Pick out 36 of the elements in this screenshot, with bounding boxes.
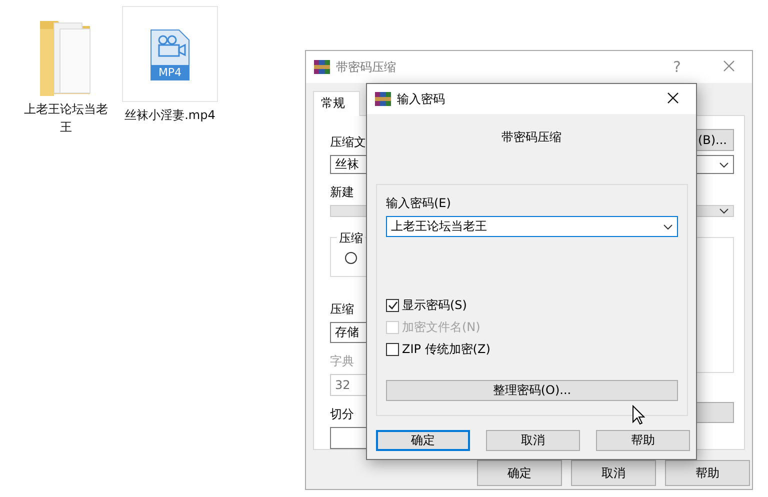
tab[interactable]: 常规 — [313, 91, 360, 116]
books-icon — [375, 91, 391, 107]
help-button[interactable]: ? — [654, 58, 700, 76]
video-file-icon — [150, 29, 190, 81]
dialog-button[interactable]: 取消 — [571, 460, 656, 486]
checkbox[interactable] — [386, 343, 399, 356]
checkbox-label[interactable]: ZIP 传统加密(Z) — [386, 341, 678, 358]
dialog-button[interactable]: 确定 — [477, 460, 562, 486]
chevron-down-icon — [719, 162, 729, 168]
field-label: 切分 — [330, 406, 354, 423]
close-icon[interactable] — [667, 92, 679, 104]
icon-label: 上老王论坛当老王 — [23, 101, 109, 136]
field-label: 压缩 — [330, 301, 354, 318]
dialog-button[interactable]: 确定 — [376, 430, 470, 451]
window-title: 输入密码 — [397, 90, 446, 108]
dialog-button[interactable]: 帮助 — [596, 430, 690, 451]
window-title: 带密码压缩 — [336, 58, 397, 76]
icon-label: 丝袜小淫妻.mp4 — [124, 107, 216, 124]
radio-button[interactable] — [345, 252, 357, 264]
desktop-icon[interactable]: MP4 — [122, 6, 218, 102]
books-icon — [314, 59, 330, 75]
field-label: 字典 — [330, 353, 354, 370]
manage-passwords-button[interactable]: 整理密码(O)... — [386, 380, 678, 401]
checkbox[interactable] — [386, 299, 399, 312]
chevron-down-icon — [719, 208, 729, 214]
field-label: 压缩文 — [330, 134, 366, 151]
file-type-label: MP4 — [157, 66, 183, 79]
password-dropdown[interactable]: 上老王论坛当老王 — [386, 216, 678, 237]
field-label: 新建 — [330, 184, 354, 201]
dialog-heading: 带密码压缩 — [500, 129, 562, 146]
checkbox-label[interactable]: 显示密码(S) — [386, 297, 678, 314]
cursor-icon — [632, 405, 645, 425]
chevron-down-icon — [663, 224, 673, 230]
field-label: 输入密码(E) — [386, 195, 452, 212]
dialog-button[interactable]: 取消 — [486, 430, 580, 451]
dialog-button[interactable]: 帮助 — [665, 460, 750, 486]
